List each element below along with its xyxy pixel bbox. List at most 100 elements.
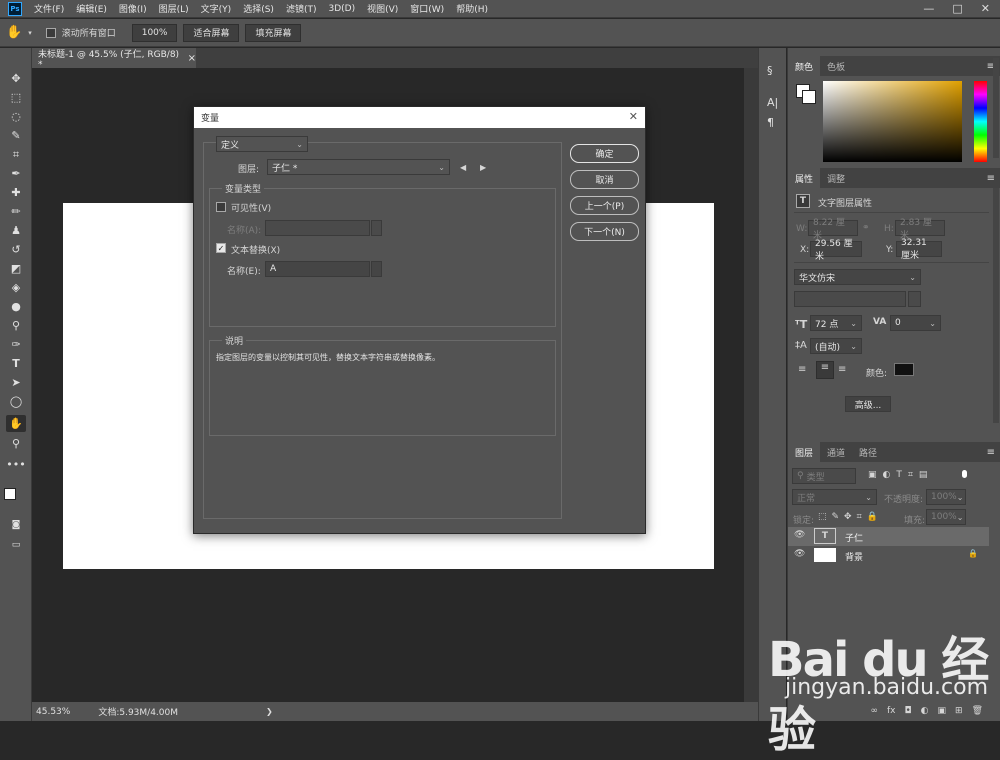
next-button[interactable]: 下一个(N) <box>570 222 639 241</box>
y-field[interactable]: 32.31 厘米 <box>896 238 942 261</box>
close-window-icon[interactable]: ✕ <box>981 2 990 15</box>
opacity-field[interactable]: 100% ⌄ <box>926 489 966 505</box>
advanced-button[interactable]: 高级... <box>845 396 891 412</box>
font-family-select[interactable]: 华文仿宋 ⌄ <box>794 269 921 285</box>
prev-layer-icon[interactable]: ◀ <box>460 163 466 172</box>
type-tool-icon[interactable]: T <box>6 355 26 372</box>
brush-tool-icon[interactable]: ✏ <box>6 203 26 220</box>
status-arrow-icon[interactable]: ❯ <box>266 707 273 716</box>
menu-view[interactable]: 视图(V) <box>361 2 404 15</box>
text-color-swatch[interactable] <box>894 363 914 376</box>
layer-name[interactable]: 子仁 <box>845 531 863 544</box>
align-left-icon[interactable]: ≡ <box>798 364 806 375</box>
leading-select[interactable]: (自动) ⌄ <box>810 338 862 354</box>
pen-tool-icon[interactable]: ✑ <box>6 336 26 353</box>
maximize-icon[interactable]: □ <box>952 2 962 15</box>
paragraph-panel-icon[interactable]: ¶ <box>767 116 774 129</box>
text-replace-checkbox[interactable]: ✓ <box>216 243 226 253</box>
h-field[interactable]: 2.83 厘米 <box>895 218 945 241</box>
marquee-tool-icon[interactable]: ⬚ <box>6 89 26 106</box>
tab-color[interactable]: 颜色 <box>788 56 821 76</box>
close-icon[interactable]: ✕ <box>629 110 638 123</box>
scroll-all-checkbox[interactable] <box>45 27 56 38</box>
blur-tool-icon[interactable]: ● <box>6 298 26 315</box>
menu-help[interactable]: 帮助(H) <box>450 2 494 15</box>
hand-tool-active-icon[interactable]: ✋ <box>6 415 26 432</box>
quick-mask-icon[interactable]: ◙ <box>6 516 26 533</box>
more-tools-icon[interactable]: ••• <box>6 456 26 473</box>
move-tool-icon[interactable]: ✥ <box>6 70 26 87</box>
layer-row-background[interactable]: 👁 背景 🔒 <box>788 546 989 565</box>
cancel-button[interactable]: 取消 <box>570 170 639 189</box>
character-panel-icon[interactable]: A| <box>767 96 778 109</box>
hue-slider[interactable] <box>974 81 987 162</box>
color-picker-field[interactable] <box>823 81 962 162</box>
screen-mode-icon[interactable]: ▭ <box>6 536 26 553</box>
hand-tool-icon[interactable]: ✋ <box>6 25 22 40</box>
layer-name[interactable]: 背景 <box>845 550 863 563</box>
layer-select[interactable]: 子仁 * ⌄ <box>267 159 450 175</box>
paint-bucket-icon[interactable]: ◈ <box>6 279 26 296</box>
next-layer-icon[interactable]: ▶ <box>480 163 486 172</box>
font-style-select[interactable] <box>794 291 906 307</box>
menu-window[interactable]: 窗口(W) <box>404 2 450 15</box>
fill-screen-button[interactable]: 填充屏幕 <box>245 23 302 42</box>
bg-color-swatch[interactable] <box>802 90 816 104</box>
eye-icon[interactable]: 👁 <box>794 530 805 540</box>
menu-file[interactable]: 文件(F) <box>28 2 70 15</box>
menu-3d[interactable]: 3D(D) <box>322 4 361 14</box>
lock-icons[interactable]: ⬚✎✥⌗🔒 <box>818 512 883 522</box>
document-tab[interactable]: 未标题-1 @ 45.5% (子仁, RGB/8) * × <box>32 48 196 70</box>
ellipse-tool-icon[interactable]: ◯ <box>6 393 26 410</box>
filter-toggle-icon[interactable] <box>962 470 967 478</box>
history-panel-icon[interactable]: § <box>767 64 773 77</box>
lasso-tool-icon[interactable]: ◌ <box>6 108 26 125</box>
zoom-100-button[interactable]: 100% <box>131 23 178 42</box>
menu-image[interactable]: 图像(I) <box>113 2 153 15</box>
tab-swatches[interactable]: 色板 <box>820 56 852 76</box>
visibility-label[interactable]: 可见性(V) <box>231 201 271 214</box>
menu-edit[interactable]: 编辑(E) <box>70 2 113 15</box>
tab-layers[interactable]: 图层 <box>788 442 821 462</box>
menu-type[interactable]: 文字(Y) <box>195 2 238 15</box>
tab-paths[interactable]: 路径 <box>852 442 884 462</box>
zoom-tool-icon[interactable]: ⚲ <box>6 435 26 452</box>
visibility-checkbox[interactable] <box>216 202 226 212</box>
foreground-color-swatch[interactable] <box>4 488 16 500</box>
vertical-scrollbar[interactable] <box>744 68 758 702</box>
menu-filter[interactable]: 滤镜(T) <box>280 2 323 15</box>
fit-screen-button[interactable]: 适合屏幕 <box>183 23 240 42</box>
panel-menu-icon[interactable]: ≡ <box>987 173 995 184</box>
chevron-down-icon[interactable]: ▾ <box>28 29 32 37</box>
panel-menu-icon[interactable]: ≡ <box>987 447 995 458</box>
align-right-icon[interactable]: ≡ <box>838 364 846 375</box>
prev-button[interactable]: 上一个(P) <box>570 196 639 215</box>
tab-channels[interactable]: 通道 <box>820 442 852 462</box>
minimize-icon[interactable]: — <box>923 2 934 15</box>
menu-select[interactable]: 选择(S) <box>237 2 280 15</box>
text-name-dropdown[interactable] <box>371 261 382 277</box>
eye-icon[interactable]: 👁 <box>794 549 805 559</box>
zoom-level[interactable]: 45.53% <box>36 707 70 717</box>
color-panel-scrollbar[interactable] <box>993 58 999 158</box>
dialog-title-bar[interactable]: 变量 <box>194 107 645 128</box>
blend-mode-select[interactable]: 正常 ⌄ <box>792 489 877 505</box>
ok-button[interactable]: 确定 <box>570 144 639 163</box>
healing-brush-icon[interactable]: ✚ <box>6 184 26 201</box>
fill-field[interactable]: 100% ⌄ <box>926 509 966 525</box>
layer-row-text[interactable]: 👁 T 子仁 <box>788 527 989 546</box>
tab-close-icon[interactable]: × <box>188 53 196 64</box>
history-brush-icon[interactable]: ↺ <box>6 241 26 258</box>
tracking-select[interactable]: 0 ⌄ <box>890 315 941 331</box>
tab-adjustments[interactable]: 调整 <box>820 168 852 188</box>
w-field[interactable]: 8.22 厘米 <box>808 218 858 241</box>
eyedropper-tool-icon[interactable]: ✒ <box>6 165 26 182</box>
dodge-tool-icon[interactable]: ⚲ <box>6 317 26 334</box>
align-center-icon[interactable]: ≡ <box>816 361 834 379</box>
stamp-tool-icon[interactable]: ♟ <box>6 222 26 239</box>
eraser-tool-icon[interactable]: ◩ <box>6 260 26 277</box>
menu-layer[interactable]: 图层(L) <box>153 2 195 15</box>
define-select[interactable]: 定义 ⌄ <box>216 136 308 152</box>
x-field[interactable]: 29.56 厘米 <box>810 239 862 262</box>
crop-tool-icon[interactable]: ⌗ <box>6 146 26 163</box>
